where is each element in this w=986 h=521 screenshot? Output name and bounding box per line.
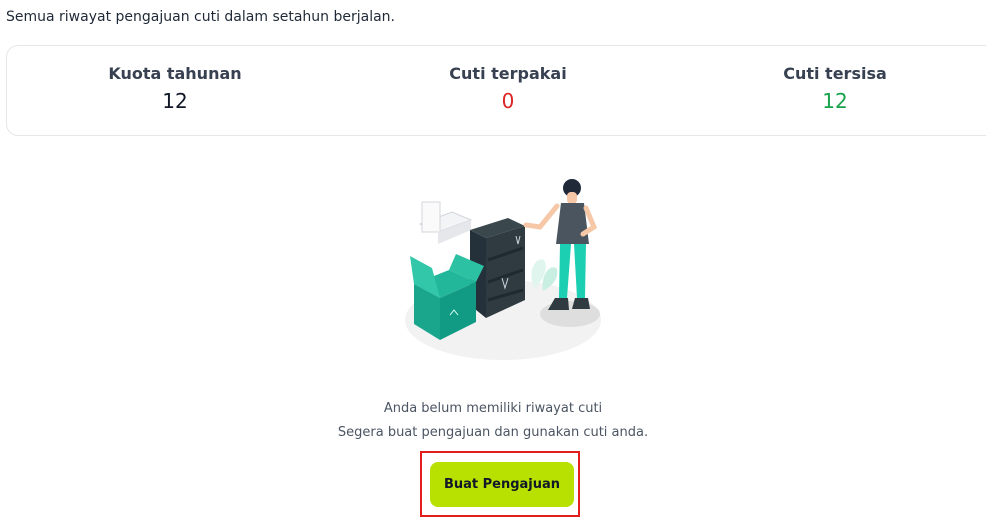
empty-room-person-illustration bbox=[405, 179, 601, 360]
leave-summary-card: Kuota tahunan 12 Cuti terpakai 0 Cuti te… bbox=[6, 45, 986, 136]
used-stat: Cuti terpakai 0 bbox=[398, 64, 618, 113]
used-label: Cuti terpakai bbox=[449, 64, 567, 83]
empty-state-title: Anda belum memiliki riwayat cuti bbox=[383, 401, 603, 416]
remaining-label: Cuti tersisa bbox=[783, 64, 887, 83]
empty-state-description: Segera buat pengajuan dan gunakan cuti a… bbox=[337, 425, 649, 440]
page-subtitle: Semua riwayat pengajuan cuti dalam setah… bbox=[6, 9, 396, 25]
remaining-value: 12 bbox=[822, 89, 848, 113]
remaining-stat: Cuti tersisa 12 bbox=[725, 64, 945, 113]
used-value: 0 bbox=[501, 89, 515, 113]
quota-value: 12 bbox=[162, 89, 188, 113]
empty-state-illustration bbox=[398, 172, 608, 364]
create-request-button[interactable]: Buat Pengajuan bbox=[430, 462, 574, 507]
leave-history-page: Semua riwayat pengajuan cuti dalam setah… bbox=[0, 0, 986, 521]
quota-stat: Kuota tahunan 12 bbox=[65, 64, 285, 113]
create-request-highlight: Buat Pengajuan bbox=[420, 451, 580, 517]
quota-label: Kuota tahunan bbox=[108, 64, 242, 83]
